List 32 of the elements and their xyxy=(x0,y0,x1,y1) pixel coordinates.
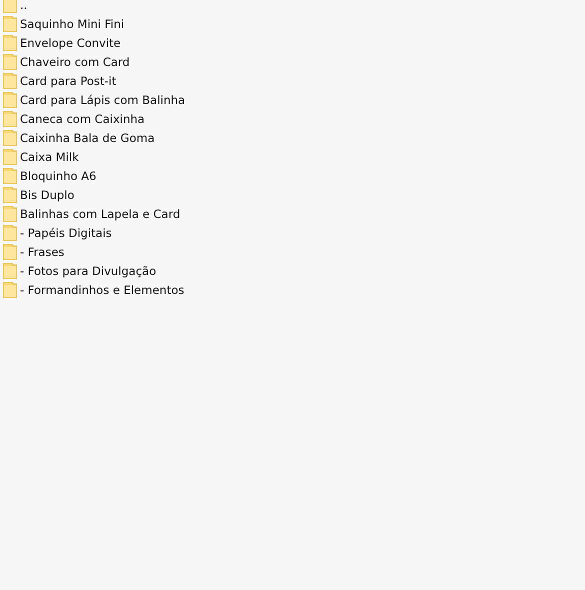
folder-icon xyxy=(3,148,17,164)
folder-icon xyxy=(3,206,17,222)
folder-link[interactable]: Balinhas com Lapela e Card xyxy=(20,206,180,220)
folder-link[interactable]: Card para Post-it xyxy=(20,74,116,88)
folder-icon xyxy=(3,0,17,12)
folder-icon xyxy=(3,54,17,70)
folder-link[interactable]: - Papéis Digitais xyxy=(20,226,112,240)
folder-link[interactable]: Caixinha Bala de Goma xyxy=(20,130,155,144)
folder-link[interactable]: - Formandinhos e Elementos xyxy=(20,282,184,296)
folder-link[interactable]: Card para Lápis com Balinha xyxy=(20,92,186,106)
folder-link[interactable]: Envelope Convite xyxy=(20,36,121,50)
folder-icon xyxy=(3,224,17,240)
folder-icon xyxy=(3,168,17,184)
folder-icon xyxy=(3,72,17,88)
folder-icon xyxy=(3,262,17,278)
folder-icon xyxy=(3,16,17,32)
folder-link[interactable]: Saquinho Mini Fini xyxy=(20,16,124,30)
folder-link[interactable]: - Frases xyxy=(20,244,64,258)
folder-icon xyxy=(3,244,17,260)
folder-icon xyxy=(3,186,17,202)
folder-link[interactable]: Bloquinho A6 xyxy=(20,168,96,182)
folder-icon xyxy=(3,130,17,146)
folder-link[interactable]: - Fotos para Divulgação xyxy=(20,264,156,278)
folder-icon xyxy=(3,282,17,298)
folder-icon xyxy=(3,92,17,108)
folder-icon xyxy=(3,110,17,126)
folder-link[interactable]: Caixa Milk xyxy=(20,150,79,164)
folder-link[interactable]: Bis Duplo xyxy=(20,188,74,202)
folder-icon xyxy=(3,34,17,50)
folder-link[interactable]: Chaveiro com Card xyxy=(20,54,130,68)
folder-link[interactable]: Caneca com Caixinha xyxy=(20,112,145,126)
folder-link[interactable]: .. xyxy=(20,0,28,12)
